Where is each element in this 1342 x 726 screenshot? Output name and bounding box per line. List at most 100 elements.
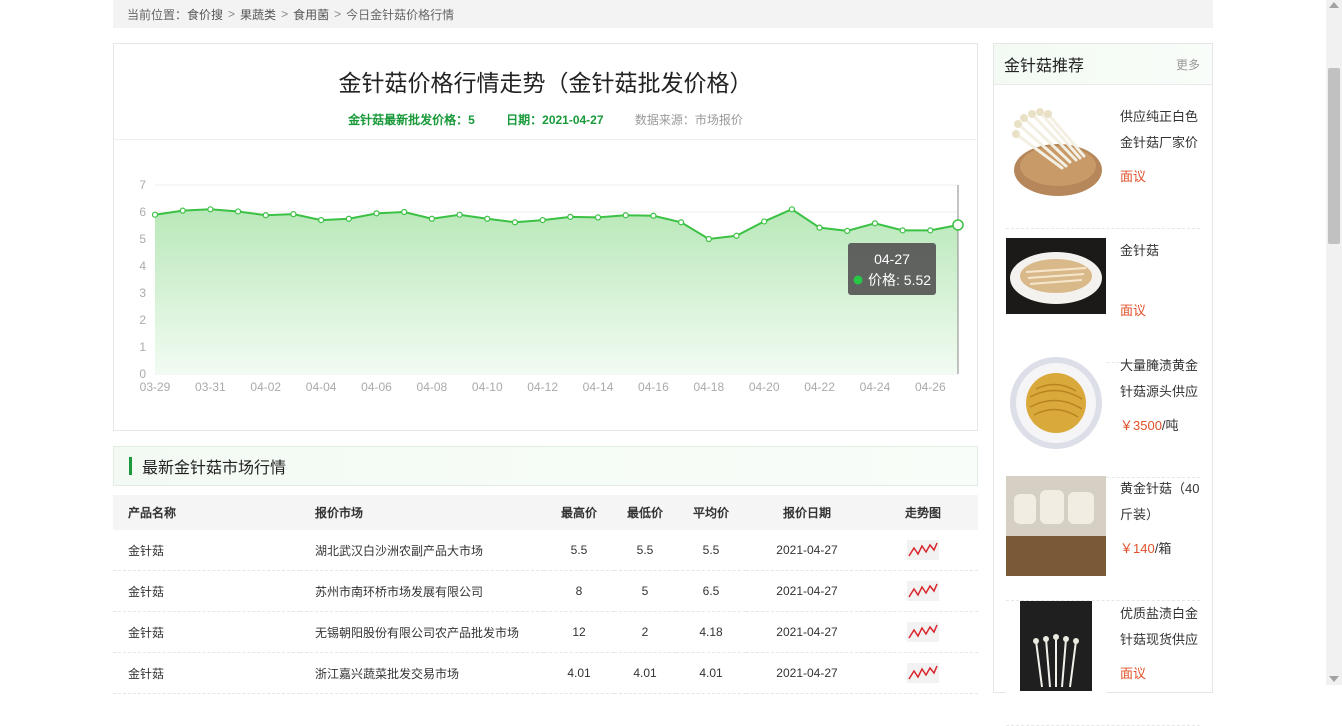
trend-chart-icon[interactable] — [907, 663, 939, 683]
scroll-up-icon[interactable] — [1329, 2, 1339, 8]
data-point — [539, 217, 546, 224]
product-price: 面议 — [1120, 166, 1146, 185]
col-header-trend: 走势图 — [868, 495, 978, 530]
data-point — [594, 214, 602, 221]
data-point — [290, 211, 297, 218]
trend-chart-icon[interactable] — [907, 540, 939, 560]
product-name[interactable]: 优质盐渍白金针菇现货供应 — [1120, 601, 1202, 653]
price-trend-chart[interactable]: 0 1 2 3 4 5 6 7 03-29 03-31 04-02 04-04 04-06 04-08 04… — [114, 44, 977, 430]
sidebar-product-item[interactable]: 黄金针菇（40斤装） ￥140/箱 — [1006, 476, 1200, 601]
data-point — [650, 212, 657, 219]
price-unit: /吨 — [1161, 418, 1179, 433]
data-point — [207, 206, 214, 213]
boxed-enoki-image[interactable] — [1006, 476, 1106, 576]
product-name[interactable]: 黄金针菇（40斤装） — [1120, 476, 1202, 528]
data-point — [788, 206, 795, 213]
sidebar-product-item[interactable]: 优质盐渍白金针菇现货供应 面议 — [1006, 601, 1200, 726]
breadcrumb-current: 今日金针菇价格行情 — [346, 7, 455, 22]
price-value: ￥140 — [1120, 541, 1155, 556]
cell-low: 5.5 — [614, 530, 676, 571]
cell-trend[interactable] — [868, 652, 978, 694]
sidebar-title: 金针菇推荐 — [1004, 58, 1085, 75]
enoki-plate-image[interactable] — [1006, 238, 1106, 314]
salted-enoki-image[interactable] — [1006, 601, 1106, 701]
data-point — [484, 215, 491, 222]
x-tick-label: 04-22 — [804, 380, 835, 394]
y-tick-label: 0 — [139, 367, 146, 381]
price-unit: /箱 — [1154, 541, 1172, 556]
market-table-wrap: 产品名称 报价市场 最高价 最低价 平均价 报价日期 走势图 金针菇 湖北武汉白… — [113, 495, 978, 694]
data-point — [234, 208, 242, 215]
market-table: 产品名称 报价市场 最高价 最低价 平均价 报价日期 走势图 金针菇 湖北武汉白… — [113, 495, 978, 694]
sidebar-more-link[interactable]: 更多 — [1176, 56, 1200, 73]
cell-market[interactable]: 浙江嘉兴蔬菜批发交易市场 — [300, 652, 544, 694]
data-point — [179, 207, 186, 214]
y-tick-label: 3 — [139, 286, 146, 300]
x-tick-label: 04-10 — [472, 380, 503, 394]
tooltip-date: 04-27 — [874, 251, 910, 267]
breadcrumb-link-category[interactable]: 果蔬类 — [240, 6, 276, 23]
tooltip-value: 价格: 5.52 — [868, 272, 931, 288]
x-tick-label: 04-08 — [417, 380, 448, 394]
price-area — [155, 209, 958, 374]
cell-date: 2021-04-27 — [746, 570, 868, 612]
cell-high: 12 — [544, 611, 614, 653]
tooltip-legend-dot — [853, 275, 863, 285]
data-point — [678, 219, 685, 226]
col-header-date: 报价日期 — [746, 495, 868, 530]
cell-avg: 5.5 — [676, 530, 746, 571]
col-header-market: 报价市场 — [300, 495, 544, 530]
x-tick-label: 04-26 — [915, 380, 946, 394]
sidebar-product-item[interactable]: 金针菇 面议 — [1006, 238, 1200, 363]
page-scrollbar[interactable] — [1326, 0, 1342, 685]
recommend-sidebar: 金针菇推荐 更多 供应纯正白色金针菇厂家价 面议 金针菇 面议 大量腌渍黄金针菇… — [993, 43, 1213, 726]
cell-low: 5 — [614, 570, 676, 612]
data-point — [373, 210, 380, 217]
cell-low: 4.01 — [614, 652, 676, 694]
cell-avg: 6.5 — [676, 570, 746, 612]
cell-product[interactable]: 金针菇 — [113, 611, 300, 653]
cell-trend[interactable] — [868, 530, 978, 571]
cell-product[interactable]: 金针菇 — [113, 652, 300, 694]
data-point — [871, 220, 879, 227]
cell-market[interactable]: 湖北武汉白沙洲农副产品大市场 — [300, 530, 544, 571]
breadcrumb-link-home[interactable]: 食价搜 — [187, 6, 223, 23]
enoki-basket-image[interactable] — [1006, 104, 1106, 204]
x-tick-label: 04-06 — [361, 380, 392, 394]
trend-chart-icon[interactable] — [907, 581, 939, 601]
x-tick-label: 04-14 — [583, 380, 614, 394]
cell-trend[interactable] — [868, 611, 978, 653]
breadcrumb: 当前位置： 食价搜 > 果蔬类 > 食用菌 > 今日金针菇价格行情 — [113, 0, 1213, 28]
sidebar-product-item[interactable]: 供应纯正白色金针菇厂家价 面议 — [1006, 104, 1200, 229]
product-price: ￥140/箱 — [1120, 538, 1171, 557]
trend-chart-icon[interactable] — [907, 622, 939, 642]
product-name[interactable]: 供应纯正白色金针菇厂家价 — [1120, 104, 1202, 156]
product-name[interactable]: 金针菇 — [1120, 238, 1202, 264]
cell-product[interactable]: 金针菇 — [113, 570, 300, 612]
data-point — [567, 213, 574, 220]
cell-market[interactable]: 苏州市南环桥市场发展有限公司 — [300, 570, 544, 612]
sidebar-product-item[interactable]: 大量腌渍黄金针菇源头供应 ￥3500/吨 — [1006, 353, 1200, 478]
cell-trend[interactable] — [868, 570, 978, 612]
breadcrumb-link-subcategory[interactable]: 食用菌 — [293, 6, 329, 23]
table-row: 金针菇 湖北武汉白沙洲农副产品大市场 5.5 5.5 5.5 2021-04-2… — [113, 530, 978, 571]
data-point — [318, 217, 325, 224]
scroll-down-icon[interactable] — [1329, 676, 1339, 682]
cell-high: 8 — [544, 570, 614, 612]
scrollbar-thumb[interactable] — [1328, 68, 1340, 244]
price-value: 面议 — [1120, 169, 1147, 184]
pickled-enoki-image[interactable] — [1006, 353, 1106, 453]
table-row: 金针菇 无锡朝阳股份有限公司农产品批发市场 12 2 4.18 2021-04-… — [113, 611, 978, 653]
cell-market[interactable]: 无锡朝阳股份有限公司农产品批发市场 — [300, 611, 544, 653]
breadcrumb-separator: > — [281, 7, 289, 21]
x-tick-label: 04-16 — [638, 380, 669, 394]
cell-product[interactable]: 金针菇 — [113, 530, 300, 571]
product-name[interactable]: 大量腌渍黄金针菇源头供应 — [1120, 353, 1202, 405]
breadcrumb-separator: > — [228, 7, 236, 21]
col-header-product: 产品名称 — [113, 495, 300, 530]
table-row: 金针菇 浙江嘉兴蔬菜批发交易市场 4.01 4.01 4.01 2021-04-… — [113, 652, 978, 694]
x-tick-label: 04-04 — [306, 380, 337, 394]
price-chart-panel: 金针菇价格行情走势（金针菇批发价格） 金针菇最新批发价格：5 日期：2021-0… — [113, 43, 978, 431]
x-tick-label: 04-12 — [527, 380, 558, 394]
y-tick-label: 5 — [139, 232, 146, 246]
